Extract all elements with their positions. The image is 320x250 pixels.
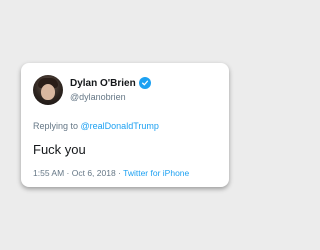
- meta-separator: ·: [64, 168, 72, 178]
- avatar-face: [41, 84, 55, 100]
- tweet-date[interactable]: Oct 6, 2018: [72, 168, 116, 178]
- reply-prefix: Replying to: [33, 121, 81, 131]
- avatar[interactable]: [33, 75, 63, 105]
- author-name[interactable]: Dylan O'Brien: [70, 78, 136, 89]
- checkmark-icon: [141, 80, 149, 86]
- tweet-source-link[interactable]: Twitter for iPhone: [123, 168, 189, 178]
- source-separator: ·: [115, 168, 124, 178]
- tweet-time[interactable]: 1:55 AM: [33, 168, 64, 178]
- tweet-meta: 1:55 AM · Oct 6, 2018 · Twitter for iPho…: [33, 168, 189, 178]
- tweet-card: Dylan O'Brien @dylanobrien Replying to @…: [21, 63, 229, 187]
- verified-badge-icon: [139, 77, 151, 89]
- reply-mention-link[interactable]: @realDonaldTrump: [81, 121, 159, 131]
- reply-context: Replying to @realDonaldTrump: [33, 121, 159, 131]
- tweet-text: Fuck you: [33, 142, 86, 157]
- author-handle[interactable]: @dylanobrien: [70, 92, 126, 102]
